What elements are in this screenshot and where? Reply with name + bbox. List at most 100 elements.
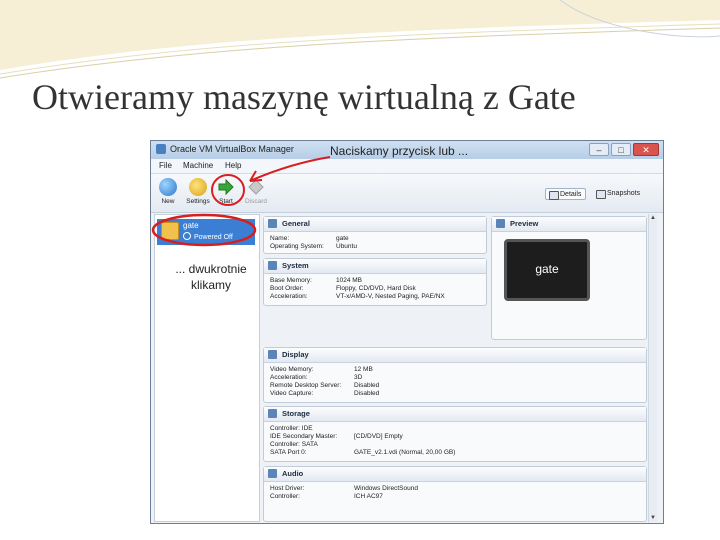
slide-header-decoration bbox=[0, 0, 720, 79]
settings-label: Settings bbox=[186, 198, 210, 205]
click-button-annotation: Naciskamy przycisk lub ... bbox=[330, 144, 469, 158]
section-title-general: General bbox=[282, 219, 310, 228]
section-header-preview[interactable]: Preview bbox=[492, 217, 646, 232]
storage-row-value: GATE_v2.1.vdi (Normal, 20,00 GB) bbox=[354, 449, 456, 456]
maximize-button[interactable]: □ bbox=[611, 143, 631, 156]
section-system: System Base Memory: 1024 MB Boot Order: Flo… bbox=[263, 258, 487, 306]
general-row-key: Operating System: bbox=[270, 243, 324, 250]
gear-icon bbox=[189, 178, 207, 196]
section-header-storage[interactable]: Storage bbox=[264, 407, 646, 422]
audio-row-value: ICH AC97 bbox=[354, 493, 383, 500]
display-row: Video Capture: Disabled bbox=[264, 390, 646, 398]
audio-row: Controller: ICH AC97 bbox=[264, 493, 646, 501]
storage-row-key: Controller: IDE bbox=[270, 425, 313, 432]
new-button[interactable]: New bbox=[155, 178, 181, 205]
menu-machine[interactable]: Machine bbox=[183, 161, 213, 170]
preview-screen-text: gate bbox=[535, 262, 559, 276]
details-icon bbox=[549, 191, 559, 200]
section-header-audio[interactable]: Audio bbox=[264, 467, 646, 482]
double-click-annotation: ... dwukrotnie klikamy bbox=[175, 262, 247, 292]
audio-row-key: Host Driver: bbox=[270, 485, 305, 492]
start-arrow-icon bbox=[217, 178, 235, 196]
discard-label: Discard bbox=[244, 198, 268, 205]
audio-icon bbox=[268, 469, 277, 478]
section-title-display: Display bbox=[282, 350, 309, 359]
display-row-value: Disabled bbox=[354, 390, 380, 397]
section-preview: Preview gate bbox=[491, 216, 647, 340]
section-audio: Audio Host Driver: Windows DirectSound Con… bbox=[263, 466, 647, 522]
virtualbox-app-icon bbox=[156, 144, 166, 154]
storage-row-key: IDE Secondary Master: bbox=[270, 433, 338, 440]
discard-button[interactable]: Discard bbox=[243, 178, 269, 205]
window-title: Oracle VM VirtualBox Manager bbox=[170, 144, 294, 154]
section-header-display[interactable]: Display bbox=[264, 348, 646, 363]
system-row-value: 1024 MB bbox=[336, 277, 363, 284]
display-row-key: Remote Desktop Server: bbox=[270, 382, 342, 389]
details-pane: General Name: gate Operating System: Ubuntu… bbox=[263, 214, 657, 522]
section-header-system[interactable]: System bbox=[264, 259, 486, 274]
vm-name: gate bbox=[183, 221, 199, 230]
section-title-audio: Audio bbox=[282, 469, 304, 478]
display-row-key: Video Memory: bbox=[270, 366, 314, 373]
display-row-value: Disabled bbox=[354, 382, 380, 389]
section-display: Display Video Memory: 12 MB Acceleration: 3… bbox=[263, 347, 647, 403]
storage-row-key: SATA Port 0: bbox=[270, 449, 307, 456]
minimize-button[interactable]: – bbox=[589, 143, 609, 156]
snapshots-toggle[interactable]: Snapshots bbox=[593, 188, 644, 200]
display-row: Video Memory: 12 MB bbox=[264, 366, 646, 374]
system-row: Base Memory: 1024 MB bbox=[264, 277, 486, 285]
section-storage: Storage Controller: IDE IDE Secondary Ma… bbox=[263, 406, 647, 462]
start-label: Start bbox=[219, 198, 233, 205]
general-row: Operating System: Ubuntu bbox=[264, 243, 486, 251]
vm-list-item[interactable]: gate Powered Off bbox=[157, 219, 255, 245]
storage-row: Controller: IDE bbox=[264, 425, 646, 433]
display-row: Remote Desktop Server: Disabled bbox=[264, 382, 646, 390]
display-row-value: 3D bbox=[354, 374, 363, 381]
system-row: Boot Order: Floppy, CD/DVD, Hard Disk bbox=[264, 285, 486, 293]
storage-row: Controller: SATA bbox=[264, 441, 646, 449]
general-row: Name: gate bbox=[264, 235, 486, 243]
audio-row-key: Controller: bbox=[270, 493, 300, 500]
power-icon bbox=[183, 232, 191, 240]
display-row-value: 12 MB bbox=[354, 366, 373, 373]
display-row-key: Acceleration: bbox=[270, 374, 308, 381]
discard-arrow-icon bbox=[247, 178, 265, 196]
vm-os-icon bbox=[161, 222, 179, 240]
slide-title: Otwieramy maszynę wirtualną z Gate bbox=[32, 77, 576, 117]
details-toggle[interactable]: Details bbox=[545, 188, 587, 200]
section-general: General Name: gate Operating System: Ubuntu bbox=[263, 216, 487, 254]
audio-row: Host Driver: Windows DirectSound bbox=[264, 485, 646, 493]
display-row-key: Video Capture: bbox=[270, 390, 314, 397]
scroll-up-icon[interactable]: ▲ bbox=[649, 214, 657, 222]
menu-help[interactable]: Help bbox=[225, 161, 241, 170]
storage-icon bbox=[268, 409, 277, 418]
storage-rows: Controller: IDE IDE Secondary Master: [CD… bbox=[264, 425, 646, 457]
settings-button[interactable]: Settings bbox=[185, 178, 211, 205]
details-scrollbar[interactable]: ▲ ▼ bbox=[648, 214, 657, 522]
system-row-key: Base Memory: bbox=[270, 277, 312, 284]
scroll-down-icon[interactable]: ▼ bbox=[649, 514, 657, 522]
new-icon bbox=[159, 178, 177, 196]
vm-state: Powered Off bbox=[183, 232, 233, 241]
system-rows: Base Memory: 1024 MB Boot Order: Floppy, CD… bbox=[264, 277, 486, 301]
toolbar: New Settings Start Discard Details Snaps… bbox=[151, 174, 663, 213]
display-row: Acceleration: 3D bbox=[264, 374, 646, 382]
display-icon bbox=[268, 350, 277, 359]
snapshots-label: Snapshots bbox=[607, 190, 641, 197]
menu-bar: File Machine Help bbox=[151, 159, 663, 174]
storage-row-value: [CD/DVD] Empty bbox=[354, 433, 403, 440]
section-header-general[interactable]: General bbox=[264, 217, 486, 232]
system-row: Acceleration: VT-x/AMD-V, Nested Paging, … bbox=[264, 293, 486, 301]
new-label: New bbox=[161, 198, 175, 205]
general-icon bbox=[268, 219, 277, 228]
system-row-key: Boot Order: bbox=[270, 285, 304, 292]
start-button[interactable]: Start bbox=[213, 178, 239, 205]
storage-row-key: Controller: SATA bbox=[270, 441, 318, 448]
audio-row-value: Windows DirectSound bbox=[354, 485, 418, 492]
storage-row: IDE Secondary Master: [CD/DVD] Empty bbox=[264, 433, 646, 441]
menu-file[interactable]: File bbox=[159, 161, 172, 170]
details-label: Details bbox=[560, 191, 582, 198]
display-rows: Video Memory: 12 MB Acceleration: 3D Remote … bbox=[264, 366, 646, 398]
vm-state-label: Powered Off bbox=[194, 234, 233, 241]
close-button[interactable]: ✕ bbox=[633, 143, 659, 156]
